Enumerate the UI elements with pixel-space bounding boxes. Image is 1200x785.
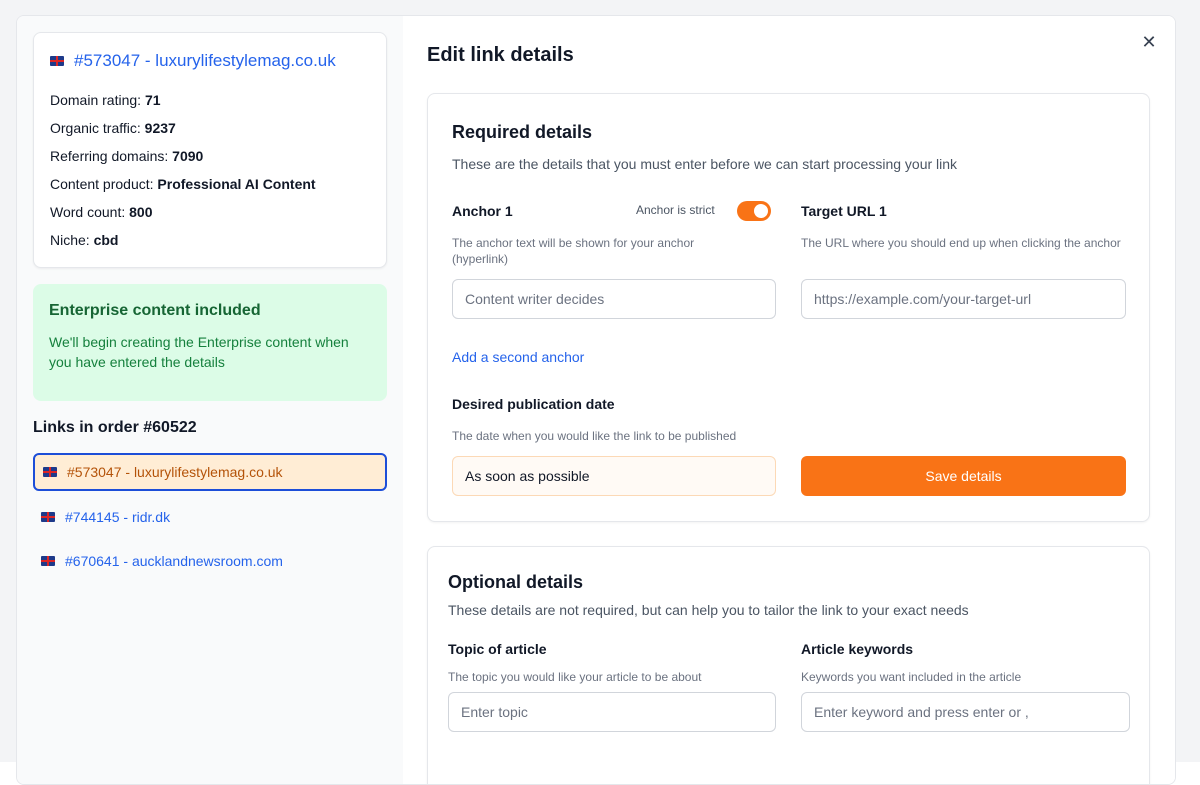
stat-value: cbd	[93, 232, 119, 248]
stat-label: Word count:	[50, 204, 126, 220]
enterprise-description: We'll begin creating the Enterprise cont…	[49, 334, 349, 370]
optional-details-section: Optional details These details are not r…	[427, 546, 1150, 784]
page-title: Edit link details	[427, 44, 574, 66]
links-title: Links in order #60522	[33, 419, 197, 436]
toggle-knob	[754, 204, 768, 218]
publication-date-label: Desired publication date	[452, 396, 615, 412]
right-panel: Edit link details ✕ Required details The…	[403, 16, 1175, 784]
edit-link-modal: #573047 - luxurylifestylemag.co.uk Domai…	[16, 15, 1176, 785]
topic-input[interactable]	[448, 692, 776, 732]
stat-value: 9237	[144, 120, 176, 136]
uk-flag-icon	[41, 512, 55, 522]
stat-label: Referring domains:	[50, 148, 169, 164]
stat-word-count: Word count: 800	[50, 204, 152, 220]
required-title: Required details	[452, 122, 593, 142]
domain-card: #573047 - luxurylifestylemag.co.uk Domai…	[33, 32, 387, 268]
stat-organic-traffic: Organic traffic: 9237	[50, 120, 176, 136]
stat-value: 71	[144, 92, 161, 108]
enterprise-title: Enterprise content included	[49, 302, 261, 319]
add-second-anchor-link[interactable]: Add a second anchor	[452, 349, 584, 365]
uk-flag-icon	[41, 556, 55, 566]
keywords-help: Keywords you want included in the articl…	[801, 670, 1022, 684]
anchor-input[interactable]	[452, 279, 776, 319]
link-item-label: #670641 - aucklandnewsroom.com	[65, 553, 283, 569]
link-item-573047[interactable]: #573047 - luxurylifestylemag.co.uk	[33, 453, 387, 491]
stat-referring-domains: Referring domains: 7090	[50, 148, 203, 164]
stat-value: 800	[129, 204, 153, 220]
enterprise-notice: Enterprise content included We'll begin …	[33, 284, 387, 401]
anchor-label: Anchor 1	[452, 203, 513, 219]
optional-description: These details are not required, but can …	[448, 602, 969, 618]
required-details-section: Required details These are the details t…	[427, 93, 1150, 522]
stat-value: Professional AI Content	[157, 176, 316, 192]
optional-title: Optional details	[448, 572, 584, 592]
stat-domain-rating: Domain rating: 71	[50, 92, 161, 108]
keywords-input[interactable]	[801, 692, 1130, 732]
anchor-help: The anchor text will be shown for your a…	[452, 236, 695, 266]
close-icon: ✕	[1141, 31, 1157, 52]
stat-label: Niche:	[50, 232, 90, 248]
stat-label: Domain rating:	[50, 92, 142, 108]
required-description: These are the details that you must ente…	[452, 156, 958, 172]
stat-niche: Niche: cbd	[50, 232, 118, 248]
topic-label: Topic of article	[448, 641, 547, 657]
target-url-input[interactable]	[801, 279, 1126, 319]
stat-label: Content product:	[50, 176, 154, 192]
left-panel: #573047 - luxurylifestylemag.co.uk Domai…	[17, 16, 403, 784]
stat-content-product: Content product: Professional AI Content	[50, 176, 316, 192]
target-url-help: The URL where you should end up when cli…	[801, 236, 1121, 250]
link-item-label: #573047 - luxurylifestylemag.co.uk	[67, 464, 283, 480]
anchor-strict-label: Anchor is strict	[636, 203, 715, 217]
link-item-670641[interactable]: #670641 - aucklandnewsroom.com	[33, 542, 387, 580]
stat-value: 7090	[172, 148, 204, 164]
link-item-label: #744145 - ridr.dk	[65, 509, 171, 525]
save-details-button[interactable]: Save details	[801, 456, 1126, 496]
link-item-744145[interactable]: #744145 - ridr.dk	[33, 498, 387, 536]
keywords-label: Article keywords	[801, 641, 914, 657]
publication-date-help: The date when you would like the link to…	[452, 429, 737, 443]
close-button[interactable]: ✕	[1139, 32, 1159, 52]
target-url-label: Target URL 1	[801, 203, 887, 219]
publication-date-input[interactable]	[452, 456, 776, 496]
stat-label: Organic traffic:	[50, 120, 141, 136]
uk-flag-icon	[43, 467, 57, 477]
anchor-strict-toggle[interactable]	[737, 201, 771, 221]
domain-title-text: #573047 - luxurylifestylemag.co.uk	[74, 51, 336, 70]
domain-title[interactable]: #573047 - luxurylifestylemag.co.uk	[50, 51, 336, 71]
uk-flag-icon	[50, 56, 64, 66]
topic-help: The topic you would like your article to…	[448, 670, 702, 684]
